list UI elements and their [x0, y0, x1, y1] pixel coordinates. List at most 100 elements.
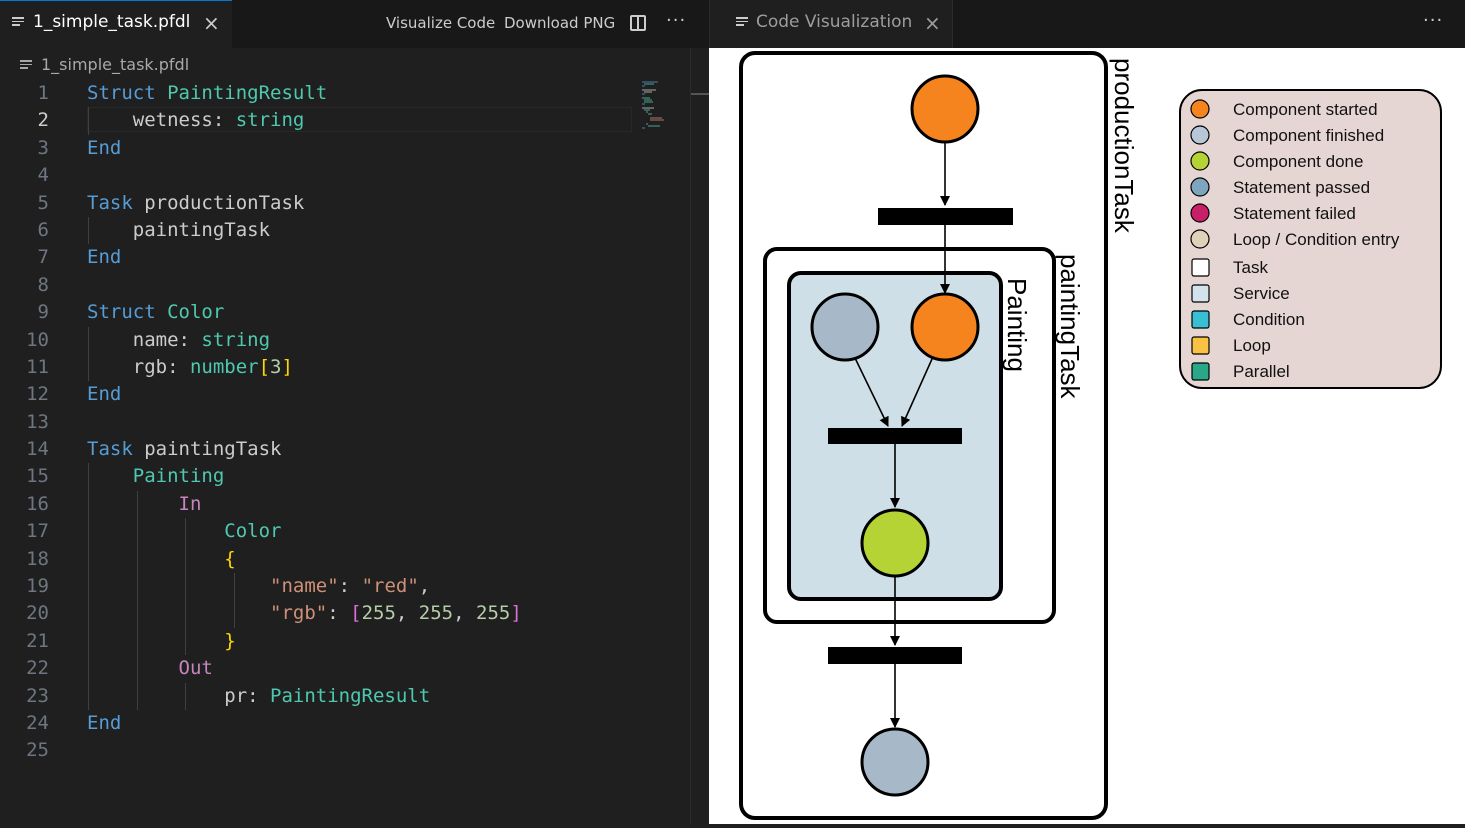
code-token: , — [395, 602, 419, 625]
legend-swatch — [1190, 99, 1210, 119]
file-lines-icon — [20, 60, 32, 71]
code-line[interactable]: 22 Out — [0, 655, 690, 683]
close-icon[interactable]: × — [203, 11, 220, 35]
editor-scrollbar[interactable] — [690, 48, 710, 824]
code-token: "rgb" — [270, 602, 328, 625]
code-token: ] — [281, 355, 293, 378]
code-line[interactable]: 3 End — [0, 135, 690, 162]
line-number: 22 — [26, 657, 49, 680]
legend-swatch — [1190, 229, 1210, 249]
code-line[interactable]: 7 End — [0, 244, 690, 271]
code-line[interactable]: 6 paintingTask — [0, 216, 690, 245]
visualization-panel: Code Visualization × ··· productionTask … — [709, 0, 1465, 824]
editor-tab-bar: 1_simple_task.pfdl × Visualize Code Down… — [0, 0, 709, 48]
line-number: 8 — [37, 273, 49, 296]
transition-bar — [878, 208, 1013, 225]
code-line[interactable]: 14 Task paintingTask — [0, 436, 690, 463]
breadcrumb-file[interactable]: 1_simple_task.pfdl — [41, 55, 189, 74]
code-line[interactable]: 19 "name": "red", — [0, 573, 690, 601]
code-line[interactable]: 17 Color — [0, 518, 690, 546]
code-token: Painting — [132, 465, 225, 488]
tab-file-label: 1_simple_task.pfdl — [33, 12, 191, 32]
diagram-canvas: productionTask paintingTask Painting Com… — [709, 48, 1465, 824]
code-line[interactable]: 1 Struct PaintingResult — [0, 80, 690, 107]
transition-bar — [828, 647, 962, 664]
code-line[interactable]: 20 "rgb": [255, 255, 255] — [0, 600, 690, 628]
line-number: 14 — [26, 438, 49, 461]
viz-tab-bar: Code Visualization × ··· — [709, 0, 1465, 48]
line-number: 23 — [26, 684, 49, 707]
code-line[interactable]: 10 name: string — [0, 326, 690, 354]
line-number: 5 — [37, 191, 49, 214]
more-actions-icon[interactable]: ··· — [666, 10, 686, 31]
code-text: End — [87, 244, 121, 271]
code-token: rgb: — [87, 355, 190, 378]
code-line[interactable]: 15 Painting — [0, 463, 690, 491]
code-line[interactable]: 4 — [0, 162, 690, 189]
code-line[interactable]: 23 pr: PaintingResult — [0, 682, 690, 710]
code-line[interactable]: 24 End — [0, 710, 690, 737]
tab-file[interactable]: 1_simple_task.pfdl × — [0, 0, 232, 48]
line-number: 15 — [26, 465, 49, 488]
line-number: 20 — [26, 602, 49, 625]
code-line[interactable]: 11 rgb: number[3] — [0, 353, 690, 382]
code-token: 255 — [476, 602, 511, 625]
code-token: string — [201, 328, 271, 351]
code-area[interactable]: 1 Struct PaintingResult 2 wetness: string 3… — [0, 80, 690, 765]
legend-swatch — [1191, 336, 1210, 355]
code-token: string — [235, 109, 305, 132]
code-token: Struct — [87, 82, 156, 104]
line-number: 16 — [26, 492, 49, 515]
code-token: 3 — [270, 355, 282, 378]
code-line[interactable]: 21 } — [0, 627, 690, 656]
minimap[interactable] — [640, 80, 690, 130]
code-line[interactable]: 9 Struct Color — [0, 299, 690, 326]
code-line[interactable]: 2 wetness: string — [0, 107, 690, 135]
line-number: 6 — [37, 218, 49, 241]
code-token: Struct — [87, 301, 156, 324]
line-number: 12 — [26, 383, 49, 406]
legend-label: Component started — [1233, 100, 1378, 119]
code-token: name: — [87, 328, 202, 351]
code-token: [ — [350, 602, 362, 625]
code-text: Color — [87, 518, 281, 545]
code-token: End — [87, 383, 122, 406]
split-editor-icon[interactable] — [630, 15, 646, 31]
visualize-code-button[interactable]: Visualize Code — [386, 14, 495, 32]
line-number: 19 — [26, 575, 49, 598]
place-component-finished — [860, 727, 930, 797]
cluster-label-painting: Painting — [1002, 278, 1032, 372]
code-text: paintingTask — [87, 217, 270, 244]
code-line[interactable]: 18 { — [0, 545, 690, 574]
code-token: Out — [178, 657, 213, 680]
code-text: End — [87, 381, 121, 408]
code-token: number — [189, 355, 259, 378]
line-number: 13 — [26, 410, 49, 433]
line-number: 10 — [26, 328, 49, 351]
download-png-button[interactable]: Download PNG — [504, 14, 615, 32]
code-token: Task — [87, 191, 133, 214]
code-token: paintingTask — [87, 218, 271, 241]
petri-net-diagram: productionTask paintingTask Painting Com… — [739, 51, 1442, 820]
code-line[interactable]: 13 — [0, 409, 690, 436]
close-icon[interactable]: × — [924, 11, 941, 35]
code-editor[interactable]: 1_simple_task.pfdl × Visualize Code Down… — [0, 0, 710, 824]
more-actions-icon[interactable]: ··· — [1423, 10, 1443, 31]
code-line[interactable]: 12 End — [0, 381, 690, 408]
code-text: { — [87, 546, 235, 573]
tab-code-visualization[interactable]: Code Visualization × — [710, 0, 953, 48]
code-line[interactable]: 8 — [0, 272, 690, 299]
legend-swatch — [1190, 125, 1210, 145]
code-line[interactable]: 16 In — [0, 490, 690, 519]
legend-label: Condition — [1233, 310, 1305, 329]
line-number: 17 — [26, 520, 49, 543]
place-component-done — [860, 508, 930, 578]
code-line[interactable]: 5 Task productionTask — [0, 190, 690, 217]
code-line[interactable]: 25 — [0, 737, 690, 764]
